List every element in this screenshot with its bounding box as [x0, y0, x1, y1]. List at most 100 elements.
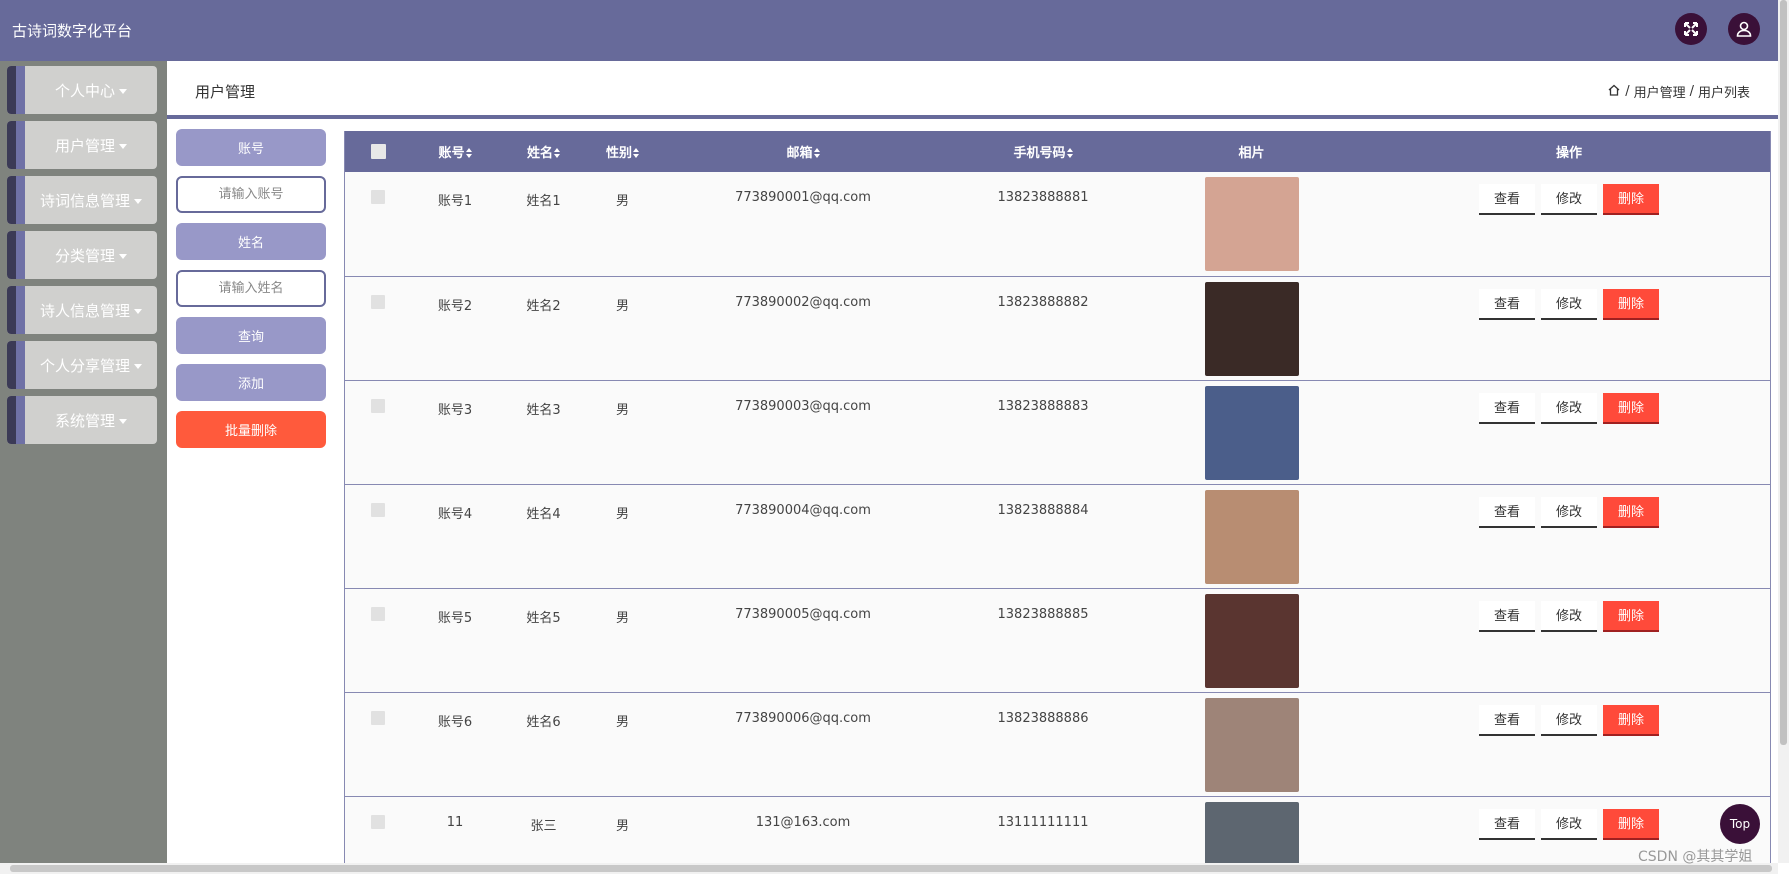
- table-row: 账号2 姓名2 男 773890002@qq.com 13823888882 查看 修改 删除: [345, 276, 1770, 380]
- column-header-gender[interactable]: 性别: [588, 131, 657, 172]
- delete-button[interactable]: 删除: [1603, 704, 1659, 736]
- sidebar-item-personal-center[interactable]: 个人中心: [7, 66, 157, 114]
- sidebar-item-system[interactable]: 系统管理: [7, 396, 157, 444]
- table-row: 11 张三 男 131@163.com 13111111111 查看 修改 删除: [345, 796, 1770, 863]
- edit-button[interactable]: 修改: [1541, 496, 1597, 528]
- view-button[interactable]: 查看: [1479, 600, 1535, 632]
- cell-email: 131@163.com: [755, 814, 851, 830]
- column-header-phone[interactable]: 手机号码: [949, 131, 1137, 172]
- cell-phone: 13111111111: [997, 814, 1089, 830]
- row-checkbox[interactable]: [371, 398, 385, 413]
- cell-phone: 13823888885: [997, 606, 1089, 622]
- sidebar-item-category[interactable]: 分类管理: [7, 231, 157, 279]
- column-header-name[interactable]: 姓名: [499, 131, 588, 172]
- cell-name: 姓名4: [526, 506, 561, 522]
- cell-account: 账号2: [437, 298, 473, 314]
- fullscreen-icon[interactable]: [1675, 13, 1707, 45]
- view-button[interactable]: 查看: [1479, 704, 1535, 736]
- delete-button[interactable]: 删除: [1603, 288, 1659, 320]
- sort-icon[interactable]: [813, 148, 820, 158]
- cell-name: 姓名5: [526, 610, 561, 626]
- cell-gender: 男: [615, 714, 629, 730]
- table-row: 账号4 姓名4 男 773890004@qq.com 13823888884 查看 修改 删除: [345, 484, 1770, 588]
- delete-button[interactable]: 删除: [1603, 184, 1659, 215]
- user-photo: [1204, 489, 1299, 584]
- horizontal-scrollbar[interactable]: [0, 863, 1778, 874]
- row-checkbox[interactable]: [371, 294, 385, 309]
- chevron-down-icon: [119, 143, 127, 149]
- breadcrumb-item-user-management[interactable]: 用户管理: [1634, 82, 1686, 101]
- sidebar-item-personal-share[interactable]: 个人分享管理: [7, 341, 157, 389]
- sidebar-item-user-management[interactable]: 用户管理: [7, 121, 157, 169]
- account-search-input[interactable]: [176, 176, 326, 213]
- delete-button[interactable]: 删除: [1603, 808, 1659, 840]
- select-all-checkbox[interactable]: [370, 144, 386, 159]
- view-button[interactable]: 查看: [1479, 808, 1535, 840]
- view-button[interactable]: 查看: [1479, 496, 1535, 528]
- row-checkbox[interactable]: [371, 814, 385, 829]
- sort-icon[interactable]: [633, 148, 639, 158]
- batch-delete-button[interactable]: 批量删除: [176, 411, 326, 448]
- sidebar-item-label: 个人中心: [54, 81, 115, 100]
- name-label: 姓名: [176, 223, 326, 260]
- cell-account: 账号3: [437, 402, 473, 418]
- sort-icon[interactable]: [1066, 148, 1073, 158]
- view-button[interactable]: 查看: [1479, 184, 1535, 215]
- account-label: 账号: [176, 129, 326, 166]
- row-checkbox[interactable]: [371, 710, 385, 725]
- sort-icon[interactable]: [554, 148, 560, 158]
- table-row: 账号5 姓名5 男 773890005@qq.com 13823888885 查看 修改 删除: [345, 588, 1770, 692]
- edit-button[interactable]: 修改: [1541, 808, 1597, 840]
- cell-phone: 13823888882: [997, 294, 1089, 310]
- user-table: 账号 姓名 性别 邮箱 手机号码 相片 操作 账号1 姓名1 男 773890001@…: [344, 131, 1771, 863]
- delete-button[interactable]: 删除: [1603, 392, 1659, 424]
- view-button[interactable]: 查看: [1479, 392, 1535, 424]
- query-button[interactable]: 查询: [176, 317, 326, 354]
- chevron-down-icon: [119, 88, 127, 94]
- cell-email: 773890006@qq.com: [735, 710, 871, 726]
- user-photo: [1204, 801, 1299, 863]
- delete-button[interactable]: 删除: [1603, 496, 1659, 528]
- table-header-row: 账号 姓名 性别 邮箱 手机号码 相片 操作: [345, 131, 1770, 172]
- vertical-scrollbar[interactable]: [1778, 0, 1789, 863]
- sort-icon[interactable]: [465, 148, 472, 158]
- edit-button[interactable]: 修改: [1541, 704, 1597, 736]
- cell-phone: 13823888886: [997, 710, 1089, 726]
- cell-account: 账号1: [437, 194, 473, 209]
- breadcrumb-separator: /: [1625, 84, 1630, 99]
- home-icon[interactable]: [1607, 83, 1621, 101]
- view-button[interactable]: 查看: [1479, 288, 1535, 320]
- chevron-down-icon: [134, 308, 142, 314]
- name-search-input[interactable]: [176, 270, 326, 307]
- cell-gender: 男: [615, 298, 629, 314]
- page-header: 用户管理 / 用户管理 / 用户列表: [167, 61, 1778, 119]
- column-header-account[interactable]: 账号: [411, 131, 499, 172]
- cell-account: 账号5: [437, 610, 473, 626]
- edit-button[interactable]: 修改: [1541, 184, 1597, 215]
- sidebar-item-poet-info[interactable]: 诗人信息管理: [7, 286, 157, 334]
- chevron-down-icon: [134, 363, 142, 369]
- user-avatar-icon[interactable]: [1728, 13, 1760, 45]
- cell-name: 姓名6: [526, 714, 561, 730]
- table-row: 账号1 姓名1 男 773890001@qq.com 13823888881 查看 修改 删除: [345, 172, 1770, 276]
- edit-button[interactable]: 修改: [1541, 600, 1597, 632]
- cell-email: 773890004@qq.com: [735, 502, 871, 518]
- row-checkbox[interactable]: [371, 502, 385, 517]
- add-button[interactable]: 添加: [176, 364, 326, 401]
- edit-button[interactable]: 修改: [1541, 288, 1597, 320]
- row-checkbox[interactable]: [371, 606, 385, 621]
- edit-button[interactable]: 修改: [1541, 392, 1597, 424]
- cell-gender: 男: [615, 506, 629, 522]
- sidebar-item-label: 个人分享管理: [39, 356, 130, 375]
- delete-button[interactable]: 删除: [1603, 600, 1659, 632]
- row-checkbox[interactable]: [371, 190, 385, 204]
- sidebar-item-poem-info[interactable]: 诗词信息管理: [7, 176, 157, 224]
- column-header-actions: 操作: [1555, 146, 1582, 161]
- sidebar-item-label: 用户管理: [54, 136, 115, 155]
- user-photo: [1204, 697, 1299, 792]
- column-header-email[interactable]: 邮箱: [657, 131, 949, 172]
- back-to-top-button[interactable]: Top: [1720, 804, 1760, 844]
- cell-email: 773890003@qq.com: [735, 398, 871, 414]
- breadcrumb-separator: /: [1689, 84, 1694, 99]
- table-row: 账号3 姓名3 男 773890003@qq.com 13823888883 查看 修改 删除: [345, 380, 1770, 484]
